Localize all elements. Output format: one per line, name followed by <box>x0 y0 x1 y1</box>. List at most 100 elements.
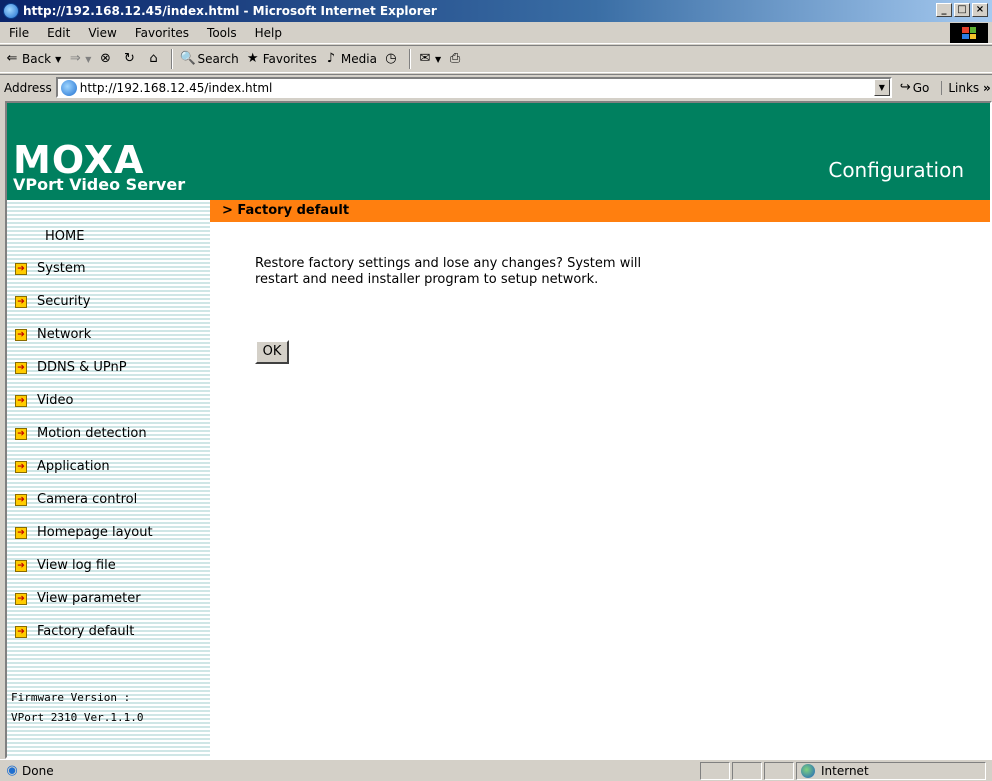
home-button[interactable]: ⌂ <box>145 51 163 67</box>
forward-button[interactable]: ⇒ ▼ <box>67 51 92 67</box>
menu-tools[interactable]: Tools <box>198 26 246 40</box>
minimize-button[interactable]: _ <box>936 3 952 17</box>
firmware-version: VPort 2310 Ver.1.1.0 <box>11 711 144 724</box>
sidebar-item-network[interactable]: ➔ Network <box>15 327 91 342</box>
page-icon <box>60 79 77 96</box>
close-button[interactable]: × <box>972 3 988 17</box>
sidebar-item-label: Video <box>37 393 74 408</box>
stop-button[interactable]: ⊗ <box>97 51 115 67</box>
sidebar-item-label: View parameter <box>37 591 141 606</box>
media-icon: ♪ <box>326 51 336 66</box>
address-url: http://192.168.12.45/index.html <box>79 80 273 95</box>
section-title-bar: > Factory default <box>210 200 990 222</box>
back-arrow-icon: ⇐ <box>6 51 18 66</box>
status-cell <box>764 761 794 780</box>
arrow-icon: ➔ <box>15 361 27 374</box>
sidebar-item-label: Homepage layout <box>37 525 153 540</box>
restore-message: Restore factory settings and lose any ch… <box>255 256 642 287</box>
menu-help[interactable]: Help <box>246 26 291 40</box>
firmware-info: Firmware Version : VPort 2310 Ver.1.1.0 <box>11 688 143 728</box>
status-text: Done <box>22 763 54 778</box>
status-bar: ◉ Done Internet <box>0 759 992 781</box>
sidebar-item-motion-detection[interactable]: ➔ Motion detection <box>15 426 147 441</box>
favorites-button[interactable]: ★ Favorites <box>245 51 317 67</box>
mail-dropdown-icon[interactable]: ▼ <box>435 55 441 64</box>
sidebar: HOME ➔ System ➔ Security ➔ Network ➔ DDNS & … <box>7 200 210 757</box>
go-arrow-icon: ↪ <box>899 80 911 95</box>
history-icon: ◷ <box>385 51 397 66</box>
address-input[interactable]: http://192.168.12.45/index.html ▼ <box>55 77 892 98</box>
page-content: MOXA VPort Video Server Configuration HO… <box>5 101 992 759</box>
sidebar-item-video[interactable]: ➔ Video <box>15 393 73 408</box>
sidebar-item-system[interactable]: ➔ System <box>15 261 85 276</box>
sidebar-item-ddns-upnp[interactable]: ➔ DDNS & UPnP <box>15 360 127 375</box>
history-button[interactable]: ◷ <box>383 51 401 67</box>
search-label: Search <box>197 52 239 66</box>
firmware-label: Firmware Version : <box>11 691 131 704</box>
arrow-icon: ➔ <box>15 625 27 638</box>
menu-view[interactable]: View <box>79 26 125 40</box>
back-label: Back <box>22 52 52 66</box>
media-label: Media <box>340 52 377 66</box>
address-dropdown-icon[interactable]: ▼ <box>873 79 890 96</box>
links-button[interactable]: Links » <box>941 80 991 95</box>
sidebar-item-homepage-layout[interactable]: ➔ Homepage layout <box>15 525 153 540</box>
arrow-icon: ➔ <box>15 328 27 341</box>
page-section-title: Configuration <box>828 158 964 182</box>
sidebar-item-label: Motion detection <box>37 426 147 441</box>
refresh-button[interactable]: ↻ <box>121 51 139 67</box>
toolbar-separator <box>171 49 174 69</box>
arrow-icon: ➔ <box>15 394 27 407</box>
menu-edit[interactable]: Edit <box>38 26 79 40</box>
page-done-icon: ◉ <box>6 762 18 778</box>
go-button[interactable]: ↪ Go <box>900 80 930 95</box>
media-button[interactable]: ♪ Media <box>323 51 377 67</box>
sidebar-item-view-parameter[interactable]: ➔ View parameter <box>15 591 141 606</box>
menu-file[interactable]: File <box>0 26 38 40</box>
search-button[interactable]: 🔍 Search <box>179 51 238 67</box>
go-label: Go <box>912 80 930 95</box>
mail-button[interactable]: ✉ ▼ <box>417 51 442 67</box>
stop-icon: ⊗ <box>100 51 111 66</box>
address-bar: Address http://192.168.12.45/index.html … <box>0 74 992 100</box>
window-title-bar: http://192.168.12.45/index.html - Micros… <box>0 0 992 22</box>
forward-arrow-icon: ⇒ <box>69 51 81 66</box>
toolbar-separator <box>408 49 411 69</box>
back-dropdown-icon[interactable]: ▼ <box>55 55 61 64</box>
favorites-icon: ★ <box>246 51 259 66</box>
sidebar-item-factory-default[interactable]: ➔ Factory default <box>15 624 134 639</box>
sidebar-item-label: Factory default <box>37 624 135 639</box>
sidebar-item-home[interactable]: HOME <box>45 229 84 244</box>
menu-favorites[interactable]: Favorites <box>126 26 198 40</box>
globe-icon <box>801 763 815 778</box>
sidebar-item-label: Security <box>37 294 91 309</box>
links-label: Links <box>948 80 980 95</box>
print-icon: ⎙ <box>449 51 461 66</box>
forward-dropdown-icon[interactable]: ▼ <box>85 55 91 64</box>
ok-button[interactable]: OK <box>255 340 289 364</box>
ie-icon <box>3 3 19 19</box>
zone-label: Internet <box>821 763 869 778</box>
arrow-icon: ➔ <box>15 526 27 539</box>
window-title: http://192.168.12.45/index.html - Micros… <box>23 4 437 18</box>
chevron-right-icon: » <box>983 80 991 95</box>
sidebar-item-security[interactable]: ➔ Security <box>15 294 90 309</box>
sidebar-item-label: Application <box>37 459 110 474</box>
status-cell <box>732 761 762 780</box>
favorites-label: Favorites <box>262 52 317 66</box>
arrow-icon: ➔ <box>15 295 27 308</box>
sidebar-item-application[interactable]: ➔ Application <box>15 459 110 474</box>
sidebar-item-label: Camera control <box>37 492 138 507</box>
arrow-icon: ➔ <box>15 592 27 605</box>
back-button[interactable]: ⇐ Back ▼ <box>4 51 62 67</box>
sidebar-item-camera-control[interactable]: ➔ Camera control <box>15 492 137 507</box>
search-icon: 🔍 <box>179 51 196 66</box>
sidebar-item-view-log-file[interactable]: ➔ View log file <box>15 558 116 573</box>
maximize-button[interactable]: □ <box>954 3 970 17</box>
product-name: VPort Video Server <box>13 175 186 194</box>
status-cell <box>700 761 730 780</box>
mail-icon: ✉ <box>419 51 431 66</box>
sidebar-item-label: View log file <box>37 558 116 573</box>
sidebar-item-label: DDNS & UPnP <box>37 360 127 375</box>
print-button[interactable]: ⎙ <box>447 51 465 67</box>
